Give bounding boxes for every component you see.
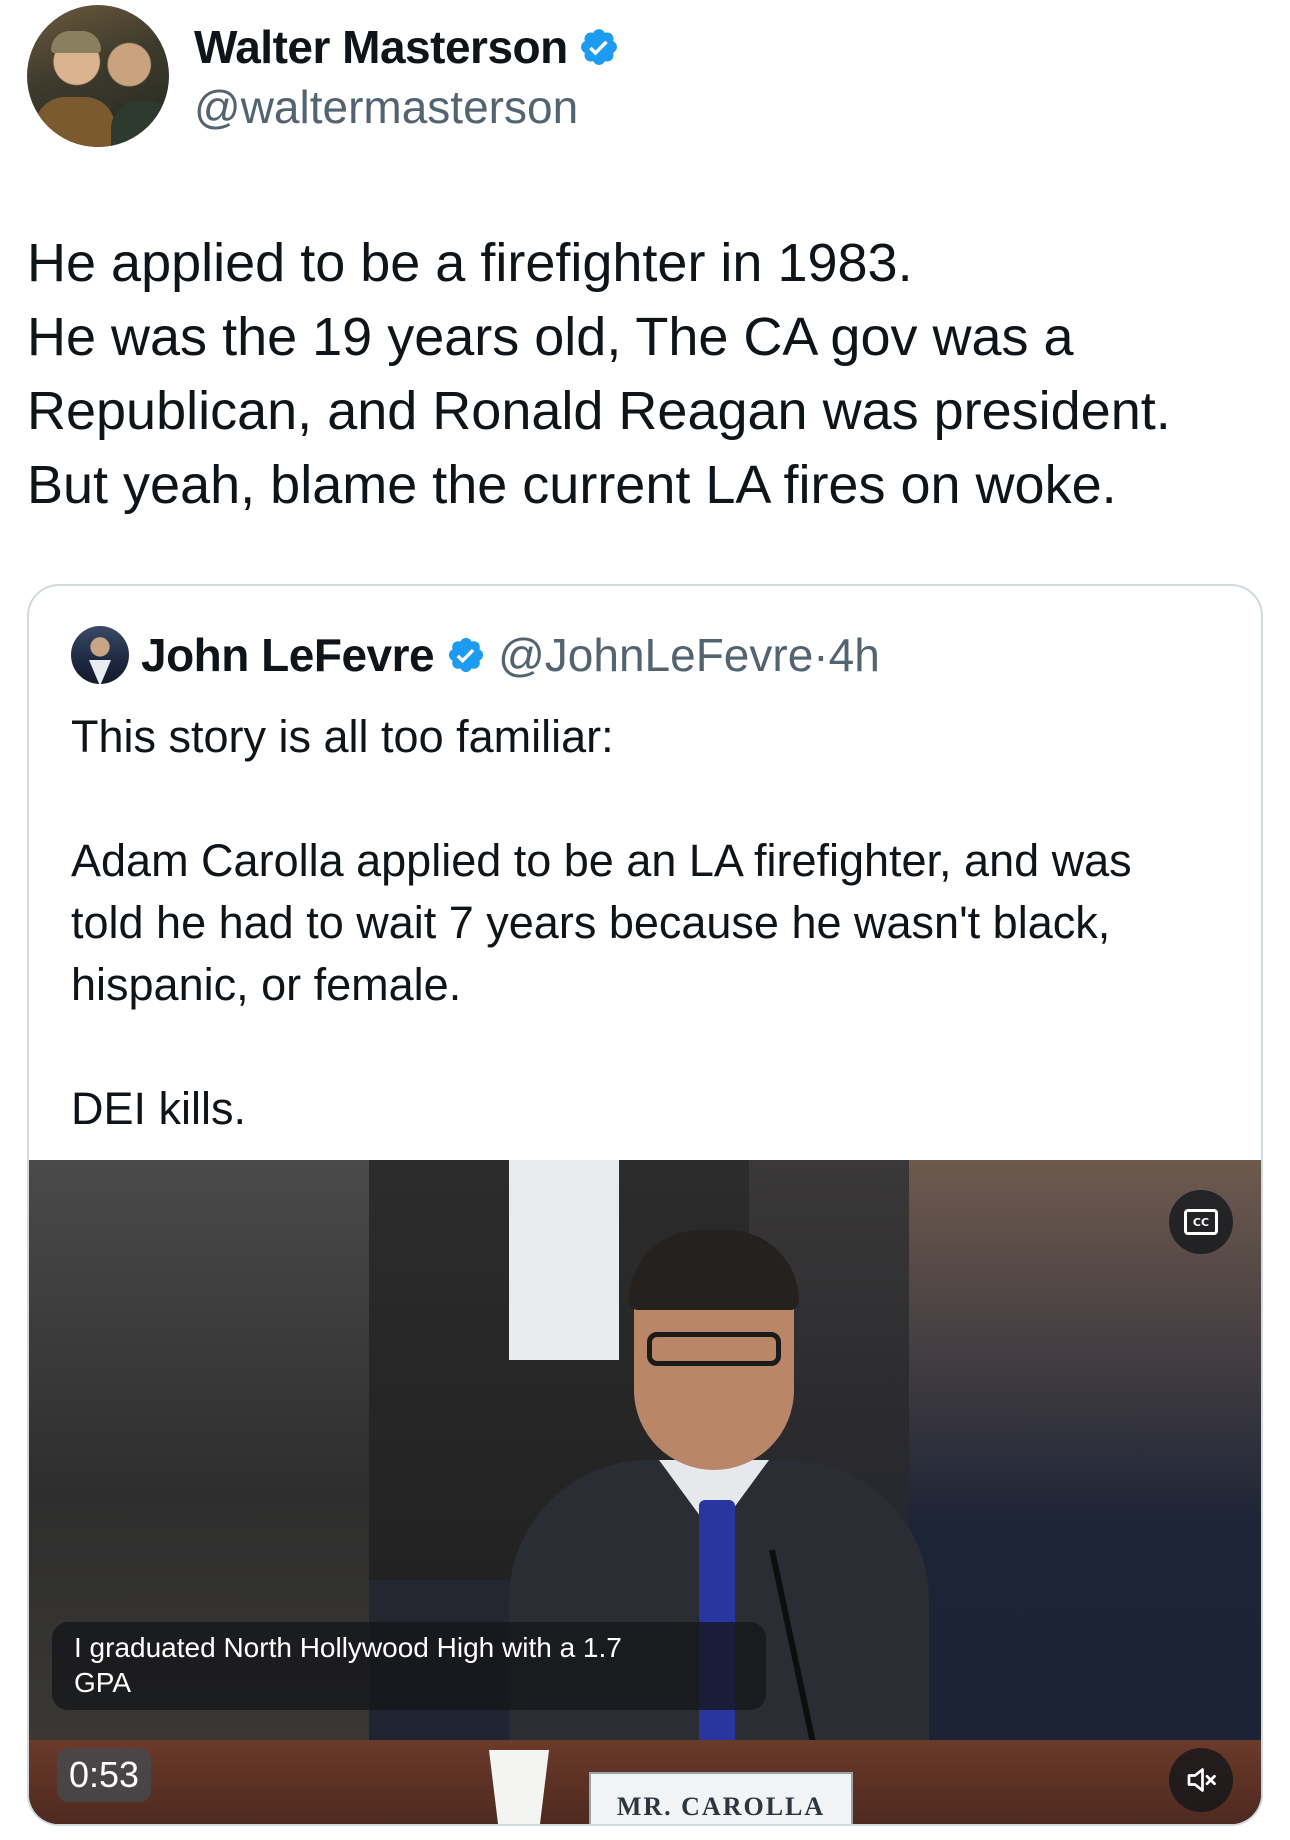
quoted-paragraph-line: hispanic, or female. [71, 959, 462, 1010]
quoted-tweet-card[interactable]: John LeFevre @JohnLeFevre·4h This story … [27, 584, 1263, 1826]
video-caption: I graduated North Hollywood High with a … [52, 1622, 766, 1710]
quoted-paragraph-line: Adam Carolla applied to be an LA firefig… [71, 835, 1132, 886]
author-display-name[interactable]: Walter Masterson [194, 20, 568, 74]
quoted-paragraph: This story is all too familiar: [71, 711, 614, 762]
video-nameplate: MR. CAROLLA [589, 1772, 853, 1824]
tweet-line: But yeah, blame the current LA fires on … [27, 455, 1117, 515]
closed-captions-icon: CC [1184, 1209, 1218, 1235]
verified-badge-icon [580, 29, 617, 65]
quoted-tweet-text: This story is all too familiar: Adam Car… [71, 706, 1231, 1140]
closed-captions-button[interactable]: CC [1169, 1190, 1233, 1254]
video-player[interactable]: MR. CAROLLA CC I graduated North Hollywo… [29, 1160, 1261, 1824]
quoted-tweet-header: John LeFevre @JohnLeFevre·4h [71, 626, 880, 684]
video-cup [489, 1750, 549, 1824]
avatar-coat-shape [35, 97, 115, 147]
video-background [909, 1160, 1261, 1824]
author-avatar[interactable] [27, 5, 169, 147]
avatar-coat-shape-2 [111, 101, 169, 147]
mute-button[interactable] [1169, 1748, 1233, 1812]
quoted-paragraph-line: told he had to wait 7 years because he w… [71, 897, 1111, 948]
tweet-line: He was the 19 years old, The CA gov was … [27, 307, 1074, 367]
caption-line: GPA [74, 1667, 132, 1698]
video-timestamp: 0:53 [57, 1748, 152, 1802]
muted-speaker-icon [1187, 1768, 1216, 1792]
quoted-author-avatar[interactable] [71, 626, 129, 684]
quoted-author-handle[interactable]: @JohnLeFevre·4h [498, 628, 880, 682]
quoted-paragraph: DEI kills. [71, 1083, 247, 1134]
author-handle[interactable]: @waltermasterson [194, 80, 578, 134]
author-name-row[interactable]: Walter Masterson [194, 20, 620, 74]
video-background [29, 1160, 369, 1824]
quoted-author-name[interactable]: John LeFevre [141, 628, 435, 682]
tweet-line: He applied to be a firefighter in 1983. [27, 233, 913, 293]
video-figure [647, 1332, 781, 1366]
tweet-line: Republican, and Ronald Reagan was presid… [27, 381, 1171, 441]
verified-badge-icon [449, 637, 484, 673]
video-figure [509, 1160, 619, 1360]
tweet-text: He applied to be a firefighter in 1983. … [27, 226, 1267, 522]
caption-line: I graduated North Hollywood High with a … [74, 1632, 622, 1663]
nameplate-text: MR. CAROLLA [616, 1792, 826, 1821]
avatar-cap-shape [51, 31, 101, 53]
